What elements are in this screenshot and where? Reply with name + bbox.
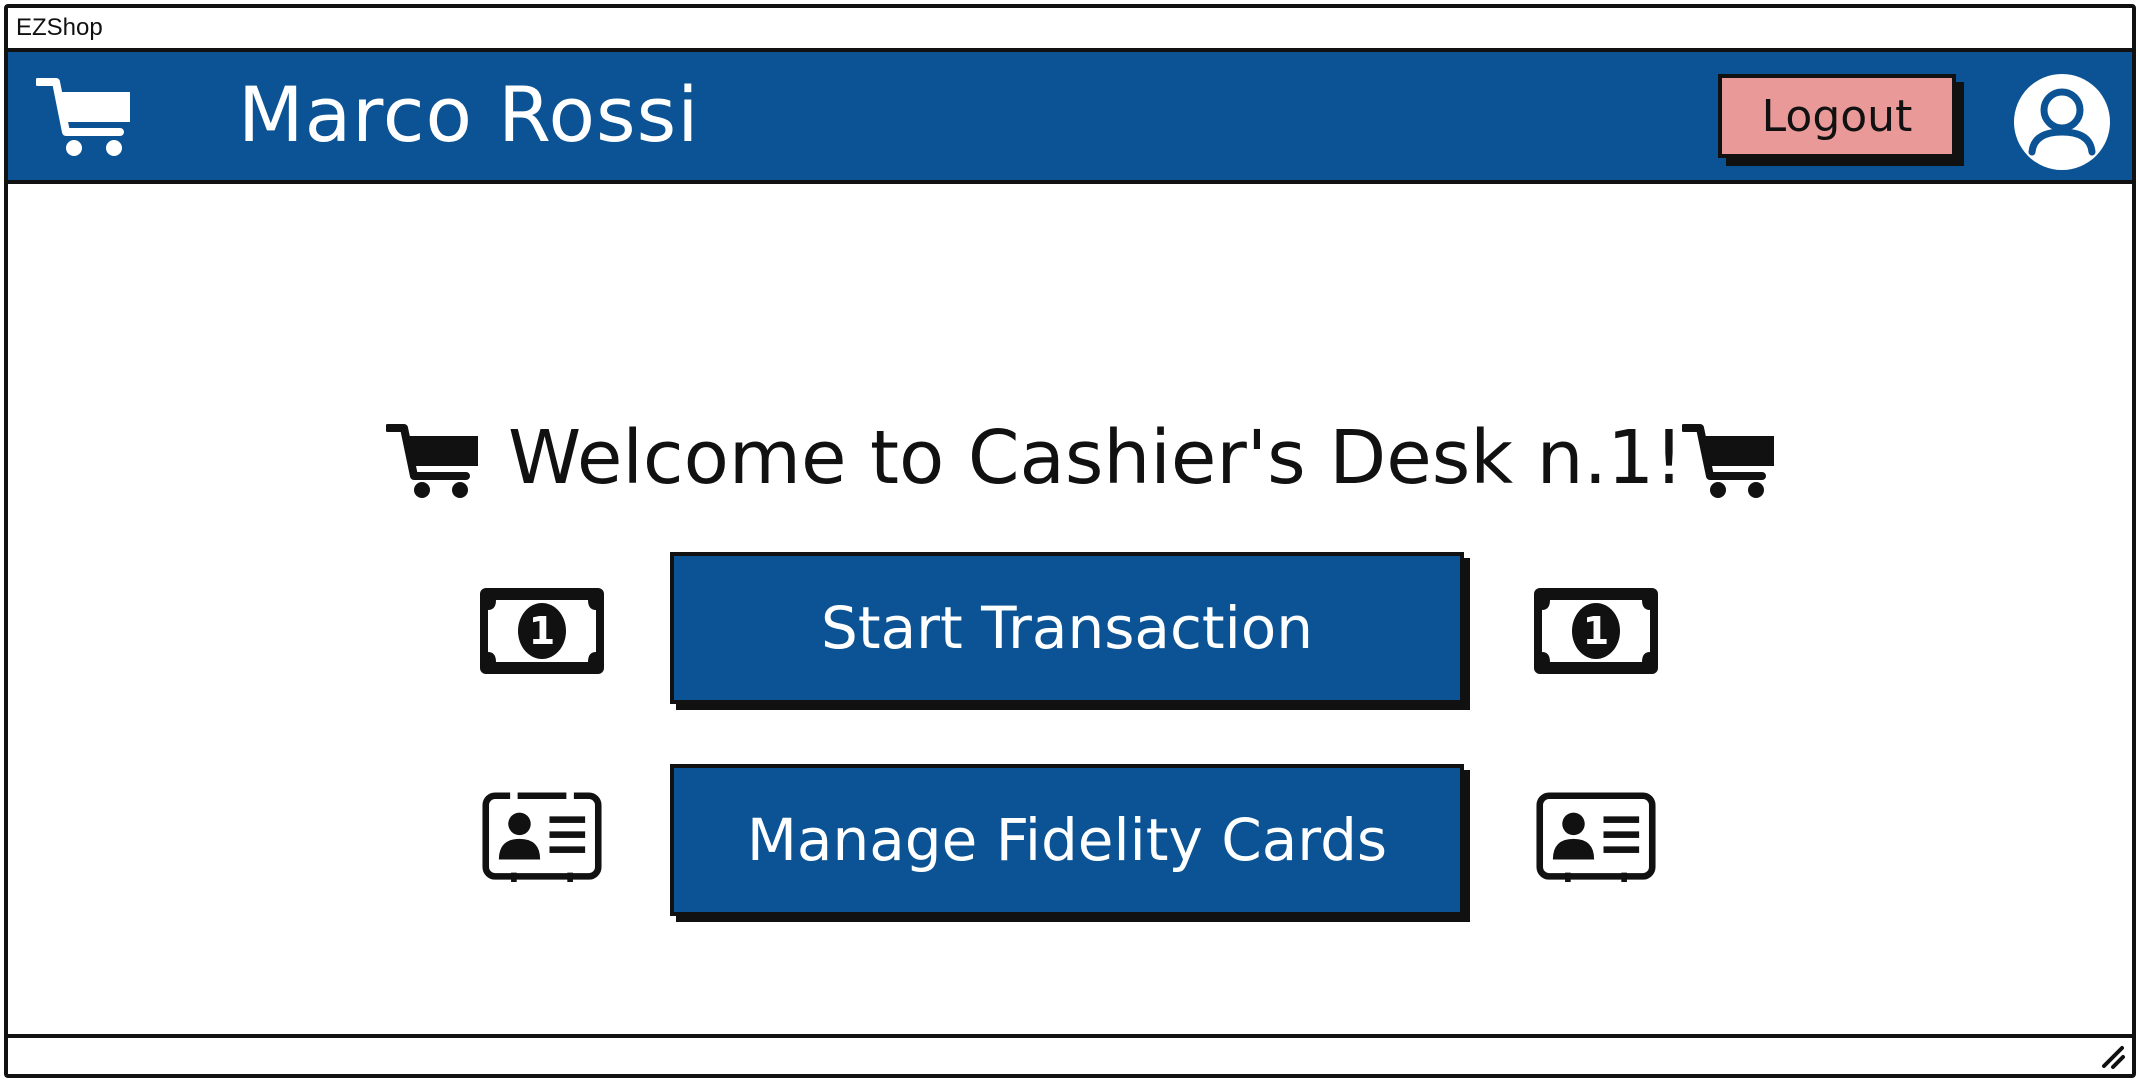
- svg-text:1: 1: [1583, 609, 1609, 653]
- window-title: EZShop: [16, 14, 103, 41]
- shopping-cart-icon: [1682, 424, 1774, 498]
- window-titlebar: EZShop: [8, 8, 2132, 52]
- dollar-bill-icon: 1: [1534, 588, 1658, 674]
- resize-grip-icon[interactable]: [2100, 1044, 2126, 1070]
- svg-text:1: 1: [529, 609, 555, 653]
- dollar-bill-icon: 1: [480, 588, 604, 674]
- welcome-heading: Welcome to Cashier's Desk n.1!: [508, 415, 1684, 501]
- window-statusbar: [8, 1034, 2132, 1074]
- app-header: Marco Rossi Logout: [8, 52, 2132, 184]
- user-name: Marco Rossi: [238, 70, 700, 159]
- id-card-icon: [482, 792, 602, 882]
- shopping-cart-icon: [36, 78, 130, 156]
- welcome-row: Welcome to Cashier's Desk n.1!: [8, 408, 2140, 508]
- id-card-icon: [1536, 792, 1656, 882]
- app-window: EZShop Marco Rossi Logout Welcome to Cas…: [4, 4, 2136, 1078]
- logout-button[interactable]: Logout: [1718, 74, 1956, 158]
- start-transaction-button[interactable]: Start Transaction: [670, 552, 1464, 704]
- user-avatar-icon[interactable]: [2012, 72, 2112, 172]
- shopping-cart-icon: [386, 424, 478, 498]
- manage-fidelity-cards-button[interactable]: Manage Fidelity Cards: [670, 764, 1464, 916]
